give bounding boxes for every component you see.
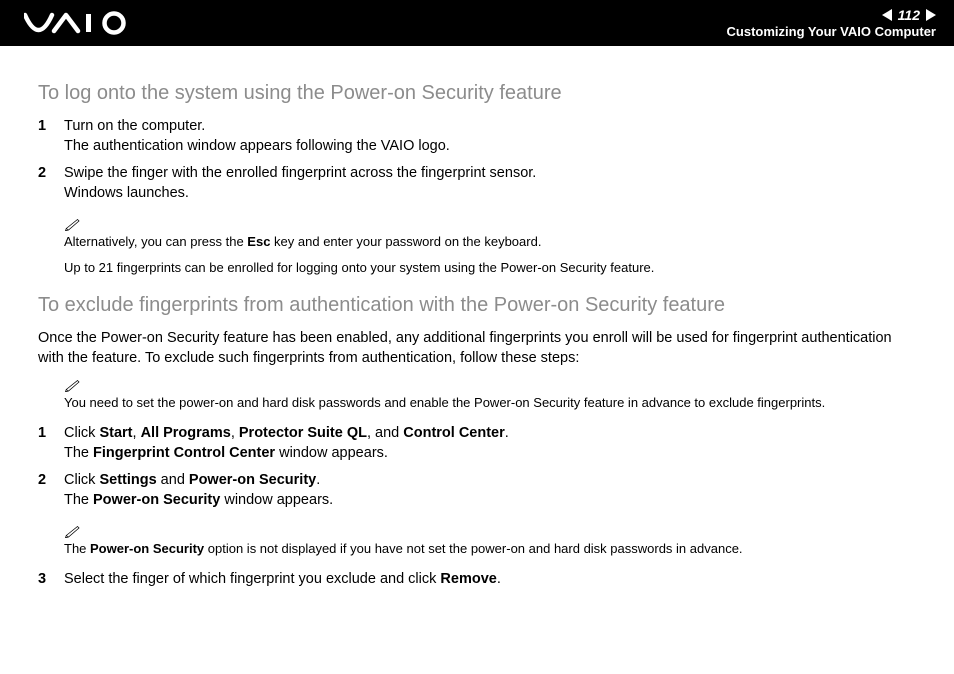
note-alternatively: Alternatively, you can press the Esc key… [64,217,920,276]
note-icon [64,378,82,392]
step-number: 1 [38,424,64,463]
step-body: Select the finger of which fingerprint y… [64,570,920,590]
header-bar: 112 Customizing Your VAIO Computer [0,0,954,46]
note-prereq: You need to set the power-on and hard di… [64,378,920,412]
note-icon [64,524,82,538]
page-content: To log onto the system using the Power-o… [0,46,954,589]
intro-paragraph: Once the Power-on Security feature has b… [38,329,920,368]
next-page-icon[interactable] [926,9,936,21]
step-body: Click Start, All Programs, Protector Sui… [64,424,920,463]
header-right: 112 Customizing Your VAIO Computer [727,7,936,39]
step-number: 2 [38,471,64,510]
step-body: Click Settings and Power-on Security. Th… [64,471,920,510]
step-item: 1 Click Start, All Programs, Protector S… [38,424,920,463]
step-body: Swipe the finger with the enrolled finge… [64,164,920,203]
step-item: 2 Swipe the finger with the enrolled fin… [38,164,920,203]
heading-exclude: To exclude fingerprints from authenticat… [38,294,920,317]
page-number: 112 [898,7,920,24]
steps-exclude: 1 Click Start, All Programs, Protector S… [38,424,920,510]
heading-logon: To log onto the system using the Power-o… [38,82,920,105]
vaio-logo [24,11,134,35]
step-number: 1 [38,117,64,156]
step-number: 3 [38,570,64,590]
page-nav: 112 [727,7,936,24]
step-body: Turn on the computer. The authentication… [64,117,920,156]
step-item: 1 Turn on the computer. The authenticati… [38,117,920,156]
note-icon [64,217,82,231]
step-item: 3 Select the finger of which fingerprint… [38,570,920,590]
step-item: 2 Click Settings and Power-on Security. … [38,471,920,510]
steps-exclude-cont: 3 Select the finger of which fingerprint… [38,570,920,590]
step-number: 2 [38,164,64,203]
prev-page-icon[interactable] [882,9,892,21]
note-not-displayed: The Power-on Security option is not disp… [64,524,920,558]
steps-logon: 1 Turn on the computer. The authenticati… [38,117,920,203]
header-section-title: Customizing Your VAIO Computer [727,24,936,40]
